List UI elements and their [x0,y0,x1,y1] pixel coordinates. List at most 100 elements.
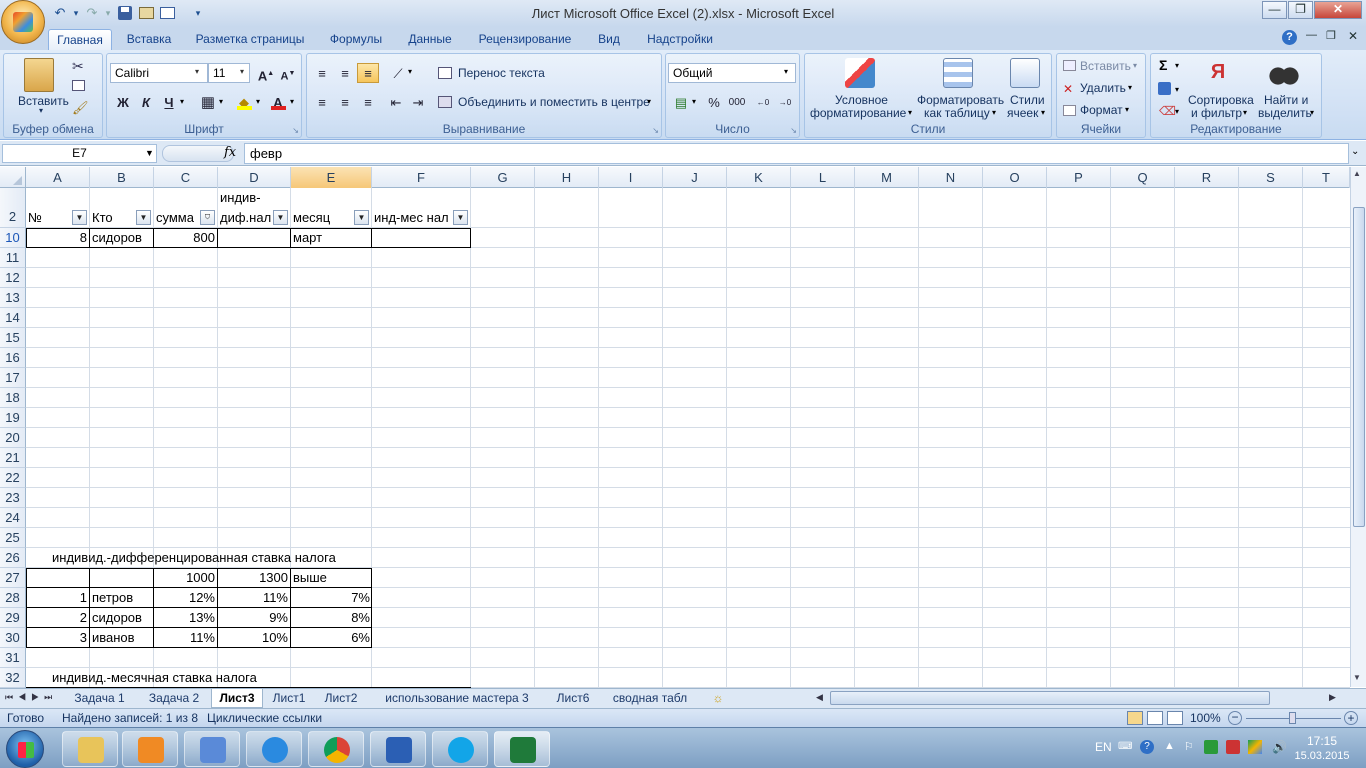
column-header-N[interactable]: N [919,167,983,188]
maximize-button[interactable]: ❐ [1288,1,1313,19]
conditional-format-line2[interactable]: форматирование [810,106,906,120]
expand-formula-bar-icon[interactable]: ⌄ [1351,146,1359,157]
clear-icon[interactable]: ⌫ [1159,104,1176,118]
insert-cells-button[interactable]: Вставить [1080,59,1131,73]
column-header-A[interactable]: A [26,167,90,188]
row-header-10[interactable]: 10 [0,228,26,248]
row-header-29[interactable]: 29 [0,608,26,628]
page-layout-view-icon[interactable] [1147,711,1163,725]
sheet-tab-list2[interactable]: Лист2 [315,689,367,708]
fill-icon[interactable] [1158,82,1171,95]
row-header-11[interactable]: 11 [0,248,26,268]
insert-cells-dropdown-icon[interactable]: ▾ [1133,61,1137,70]
currency-icon[interactable]: ▤ [670,92,692,112]
decrease-decimal-icon[interactable]: →0 [774,92,796,112]
format-table-line1[interactable]: Форматировать [917,93,1004,107]
paste-button[interactable]: Вставить [18,94,69,108]
table1-r3-a[interactable]: 3 [26,628,90,648]
tab-review[interactable]: Рецензирование [470,29,580,50]
taskbar-word[interactable] [370,731,426,767]
font-color-icon[interactable]: A [267,92,289,112]
row-header-16[interactable]: 16 [0,348,26,368]
tab-page-layout[interactable]: Разметка страницы [188,29,312,50]
page-break-view-icon[interactable] [1167,711,1183,725]
align-bottom-icon[interactable]: ≡ [357,63,379,83]
ribbon-minimize-icon[interactable]: — [1306,29,1317,41]
table1-r2-c[interactable]: 13% [154,608,218,628]
tab-addins[interactable]: Надстройки [638,29,722,50]
fill-color-icon[interactable]: ◆ [233,92,255,112]
align-top-icon[interactable]: ≡ [311,63,333,83]
cut-icon[interactable]: ✂ [72,58,84,75]
table1-head-a[interactable] [26,568,90,588]
italic-button[interactable]: К [135,92,157,112]
zoom-in-icon[interactable]: + [1344,711,1358,725]
insert-sheet-icon[interactable]: ☼ [703,689,733,708]
align-left-icon[interactable]: ≡ [311,92,333,112]
number-format-dropdown-icon[interactable]: ▾ [784,67,788,76]
font-size-dropdown-icon[interactable]: ▾ [240,67,244,76]
tab-view[interactable]: Вид [590,29,628,50]
zoom-slider-thumb[interactable] [1289,712,1296,724]
table1-title[interactable]: индивид.-дифференцированная ставка налог… [50,548,336,567]
column-header-L[interactable]: L [791,167,855,188]
row-header-13[interactable]: 13 [0,288,26,308]
column-header-Q[interactable]: Q [1111,167,1175,188]
increase-indent-icon[interactable]: ⇥ [407,92,429,112]
row-header-23[interactable]: 23 [0,488,26,508]
column-header-F[interactable]: F [372,167,471,188]
taskbar-media-player[interactable] [122,731,178,767]
table1-head-d[interactable]: 1300 [218,568,291,588]
cell-C10[interactable]: 800 [154,228,218,247]
tray-expand-icon[interactable]: ▲ [1164,740,1175,752]
table1-r2-a[interactable]: 2 [26,608,90,628]
sheet-tab-master3[interactable]: использование мастера 3 [368,689,546,708]
header-cell-diff-tax-line1[interactable]: индив- [218,188,291,207]
font-name-box[interactable]: Calibri [110,63,208,83]
filter-dropdown-e[interactable]: ▼ [354,210,369,225]
clock-time[interactable]: 17:15 [1297,734,1347,748]
cell-E10[interactable]: март [291,228,372,247]
underline-button[interactable]: Ч [158,92,180,112]
fill-dropdown-icon[interactable]: ▾ [1175,85,1179,94]
table2-title[interactable]: индивид.-месячная ставка налога [50,668,257,687]
currency-dropdown-icon[interactable]: ▾ [692,97,696,106]
table1-r2-d[interactable]: 9% [218,608,291,628]
copy-icon[interactable] [72,80,85,91]
table1-head-c[interactable]: 1000 [154,568,218,588]
decrease-indent-icon[interactable]: ⇤ [385,92,407,112]
autosum-button[interactable]: Σ [1159,57,1167,73]
taskbar-paint[interactable] [184,731,240,767]
alignment-dialog-launcher-icon[interactable]: ↘ [652,126,659,135]
shrink-font-icon[interactable]: A▼ [277,63,299,83]
number-format-box[interactable]: Общий [668,63,796,83]
orientation-dropdown-icon[interactable]: ▾ [408,67,412,76]
column-header-I[interactable]: I [599,167,663,188]
cell-styles-line2[interactable]: ячеек [1007,106,1038,120]
language-indicator[interactable]: EN [1095,740,1112,754]
table1-r1-b[interactable]: петров [90,588,154,608]
tab-insert[interactable]: Вставка [118,29,180,50]
row-header-25[interactable]: 25 [0,528,26,548]
merge-center-button[interactable]: Объединить и поместить в центре [458,95,650,109]
column-header-P[interactable]: P [1047,167,1111,188]
taskbar-explorer[interactable] [62,731,118,767]
sheet-tab-task2[interactable]: Задача 2 [138,689,210,708]
row-header-20[interactable]: 20 [0,428,26,448]
filter-dropdown-b[interactable]: ▼ [136,210,151,225]
row-header-12[interactable]: 12 [0,268,26,288]
sort-filter-dropdown-icon[interactable]: ▾ [1243,108,1247,117]
sheet-tab-list6[interactable]: Лист6 [547,689,599,708]
percent-button[interactable]: % [703,92,725,112]
clear-dropdown-icon[interactable]: ▾ [1175,107,1179,116]
start-button[interactable] [6,730,44,768]
workbook-close-icon[interactable]: ✕ [1348,29,1358,43]
thousands-button[interactable]: 000 [726,92,748,112]
cell-A10[interactable]: 8 [26,228,90,247]
table1-r1-c[interactable]: 12% [154,588,218,608]
bold-button[interactable]: Ж [112,92,134,112]
sort-filter-line2[interactable]: и фильтр [1191,106,1242,120]
sheet-tab-pivot[interactable]: сводная табл [600,689,700,708]
zoom-level[interactable]: 100% [1190,711,1221,725]
taskbar-excel[interactable] [494,731,550,767]
